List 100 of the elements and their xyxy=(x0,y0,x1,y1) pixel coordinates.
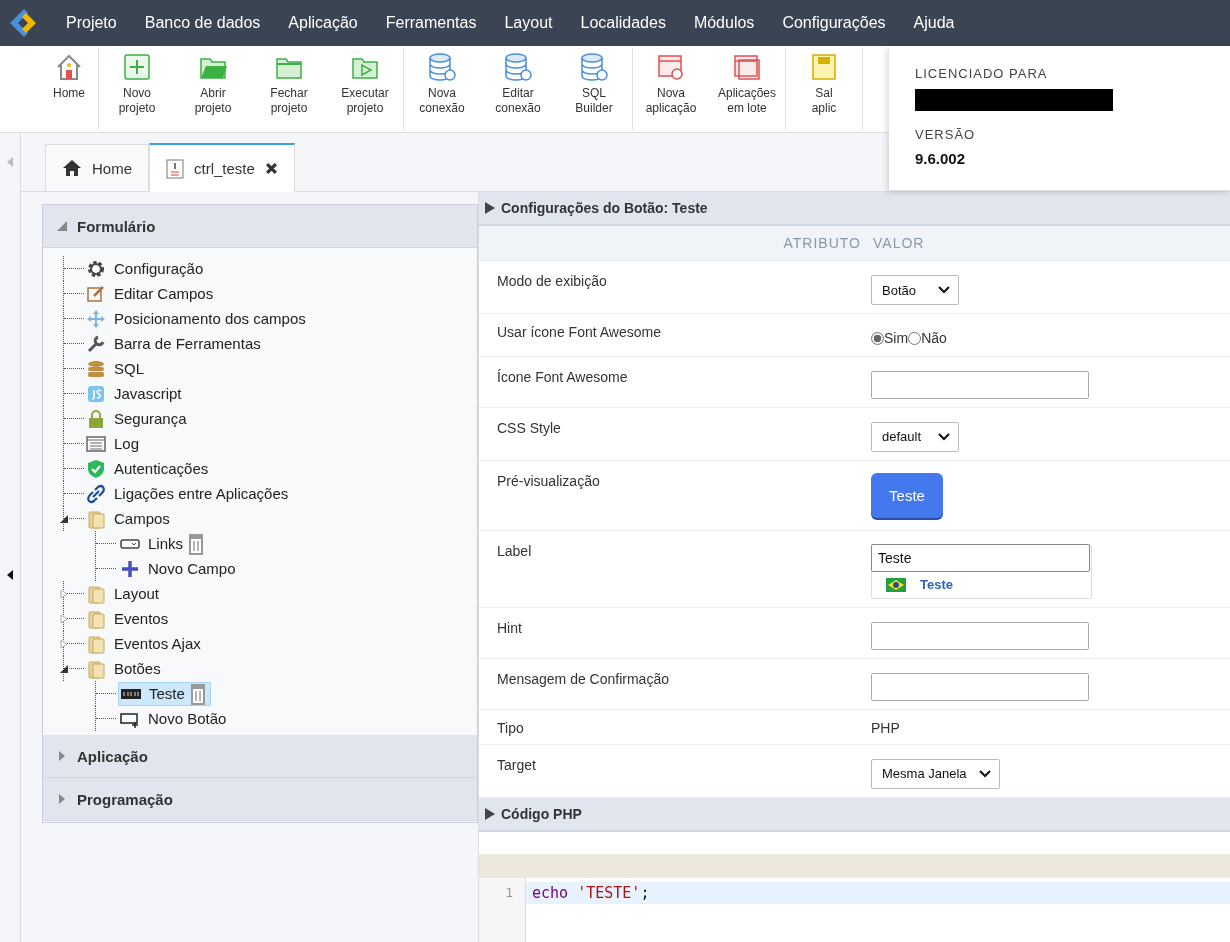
folder-icon xyxy=(86,583,106,604)
shield-check-icon xyxy=(86,458,106,479)
dropdown[interactable]: Botão xyxy=(871,275,959,305)
section-header[interactable]: Código PHP xyxy=(479,797,1230,832)
tree-item[interactable]: Links xyxy=(118,532,209,555)
attribute-label: Modo de exibição xyxy=(496,273,608,291)
pencil-square-icon xyxy=(86,283,106,304)
folder-icon xyxy=(86,658,106,679)
attribute-value: PHP xyxy=(871,719,900,736)
toolbar-button[interactable]: Aplicações em lote xyxy=(709,52,785,116)
collapsed-triangle-icon[interactable] xyxy=(60,640,68,648)
dropdown[interactable]: default xyxy=(871,421,959,452)
tree-item[interactable]: Novo Campo xyxy=(118,558,238,579)
menu-item[interactable]: Projeto xyxy=(52,14,131,32)
accordion-header[interactable]: Formulário xyxy=(43,205,477,248)
version-label: VERSÃO xyxy=(915,127,976,142)
collapsed-triangle-icon[interactable] xyxy=(60,615,68,623)
toolbar-button[interactable]: Nova conexão xyxy=(404,52,480,116)
attribute-label: Tipo xyxy=(496,719,525,736)
tab[interactable]: ctrl_teste xyxy=(149,143,295,192)
attribute-label: Hint xyxy=(496,619,523,638)
expanded-triangle-icon[interactable] xyxy=(60,665,68,673)
expand-triangle-icon xyxy=(485,807,495,820)
menu-item[interactable]: Aplicação xyxy=(274,14,372,32)
toolbar-button[interactable]: Executar projeto xyxy=(327,52,403,116)
chevron-down-icon xyxy=(938,432,950,441)
selected-tree-item[interactable]: Teste xyxy=(118,681,211,706)
radio-option[interactable]: Sim xyxy=(871,330,909,346)
tree-item[interactable]: Eventos xyxy=(114,610,169,627)
folder-icon xyxy=(86,608,106,629)
chevron-down-icon xyxy=(938,286,950,294)
database-icon xyxy=(86,358,106,379)
tree-item[interactable]: Editar Campos xyxy=(114,285,214,302)
attribute-label: Usar ícone Font Awesome xyxy=(496,324,662,342)
tree-item[interactable]: Novo Botão xyxy=(118,708,229,729)
attribute-label: CSS Style xyxy=(496,419,562,438)
menu-item[interactable]: Banco de dados xyxy=(130,14,275,32)
wrench-icon xyxy=(86,333,106,354)
save-icon xyxy=(809,52,839,82)
chain-link-icon xyxy=(86,483,106,504)
attribute-label: Ícone Font Awesome xyxy=(496,368,629,387)
tree-item[interactable]: Campos xyxy=(114,510,170,527)
dropdown[interactable]: Mesma Janela xyxy=(871,758,1000,789)
menu-item[interactable]: Layout xyxy=(490,14,567,32)
attribute-label: Label xyxy=(496,542,533,561)
input-field[interactable] xyxy=(871,621,1089,650)
list-window-icon xyxy=(86,433,106,454)
toolbar-button[interactable]: Abrir projeto xyxy=(175,52,251,116)
section-header[interactable]: Configurações do Botão: Teste xyxy=(479,192,1230,226)
menu-item[interactable]: Ajuda xyxy=(899,14,969,32)
tree-item[interactable]: Botões xyxy=(114,660,161,677)
close-icon[interactable] xyxy=(264,162,278,175)
chevron-down-icon xyxy=(978,769,991,778)
house-icon xyxy=(62,159,82,177)
tree-item[interactable]: Javascript xyxy=(114,385,182,402)
menu-item[interactable]: Módulos xyxy=(679,14,769,32)
tree-item[interactable]: Autenticações xyxy=(114,460,209,477)
toolbar-button[interactable]: SQL Builder xyxy=(556,52,632,116)
toolbar-button[interactable]: Fechar projeto xyxy=(251,52,327,116)
tree-item[interactable]: Ligações entre Aplicações xyxy=(114,485,289,502)
accordion-header[interactable]: Aplicação xyxy=(43,735,477,778)
collapse-arrow-icon[interactable] xyxy=(7,570,13,580)
expanded-triangle-icon[interactable] xyxy=(60,515,68,523)
toolbar-button[interactable]: Novo projeto xyxy=(99,52,175,116)
licensed-to-label: LICENCIADO PARA xyxy=(915,66,1048,81)
toolbar-button[interactable]: Sal aplic xyxy=(786,52,862,116)
column-header: ATRIBUTO xyxy=(782,235,862,251)
tree-item[interactable]: Layout xyxy=(114,585,160,602)
version-number: 9.6.002 xyxy=(915,150,966,167)
tree-item[interactable]: Segurança xyxy=(114,410,187,427)
input-field[interactable] xyxy=(871,672,1089,701)
input-field[interactable] xyxy=(871,370,1089,399)
input-field[interactable]: Teste xyxy=(871,543,1090,572)
move-arrows-icon xyxy=(86,308,106,329)
menu-item[interactable]: Localidades xyxy=(566,14,680,32)
flag-icon xyxy=(886,577,906,592)
attribute-label: Target xyxy=(496,756,537,775)
tree-item[interactable]: SQL xyxy=(114,360,144,377)
toolbar-button[interactable]: Nova aplicação xyxy=(633,52,709,116)
tab[interactable]: Home xyxy=(45,144,149,191)
collapsed-triangle-icon[interactable] xyxy=(60,590,68,598)
preview-button[interactable]: Teste xyxy=(871,472,943,518)
menu-item[interactable]: Configurações xyxy=(768,14,900,32)
radio-option[interactable]: Não xyxy=(908,330,947,346)
toolbar-button[interactable]: Home xyxy=(40,52,98,101)
folder-icon xyxy=(86,508,106,529)
menu-item[interactable]: Ferramentas xyxy=(371,14,491,32)
tree-item[interactable]: Posicionamento dos campos xyxy=(114,310,306,327)
form-icon xyxy=(166,158,184,179)
tree-item[interactable]: Barra de Ferramentas xyxy=(114,335,261,352)
toolbar-button[interactable]: Editar conexão xyxy=(480,52,556,116)
tree-item[interactable]: Configuração xyxy=(114,260,204,277)
gear-icon xyxy=(86,258,106,279)
lock-icon xyxy=(86,408,106,429)
accordion-header[interactable]: Programação xyxy=(43,778,477,821)
plus-icon xyxy=(120,558,140,579)
attribute-label: Pré-visualização xyxy=(496,472,601,491)
tree-item[interactable]: Eventos Ajax xyxy=(114,635,201,652)
translation-text[interactable]: Teste xyxy=(920,577,953,592)
tree-item[interactable]: Log xyxy=(114,435,140,452)
